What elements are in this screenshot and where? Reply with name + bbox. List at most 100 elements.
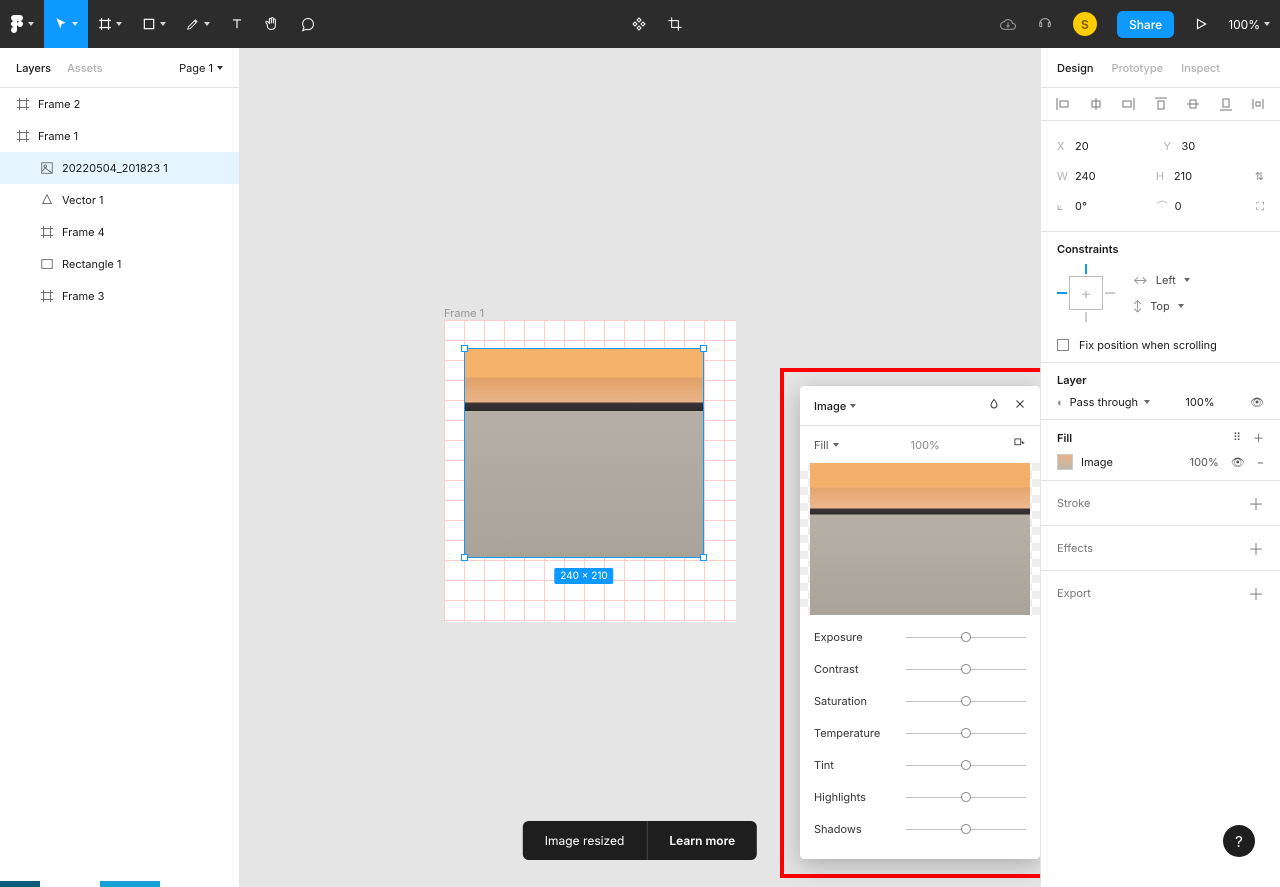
fill-swatch[interactable] xyxy=(1057,454,1073,470)
vector-icon xyxy=(40,193,54,207)
slider-label: Tint xyxy=(814,758,834,772)
blend-options-icon[interactable] xyxy=(988,398,1000,413)
image-mode-dropdown[interactable]: Fill xyxy=(814,438,839,452)
progress-indicator xyxy=(0,881,40,887)
layer-label: 20220504_201823 1 xyxy=(62,161,168,175)
slider-label: Contrast xyxy=(814,662,858,676)
layer-row[interactable]: Frame 1 xyxy=(0,120,239,152)
independent-corners-icon[interactable]: ⛶ xyxy=(1256,199,1264,214)
layer-row[interactable]: Vector 1 xyxy=(0,184,239,216)
size-h[interactable]: 210 xyxy=(1174,169,1192,183)
cloud-sync-icon[interactable] xyxy=(989,0,1027,48)
toast-action-button[interactable]: Learn more xyxy=(646,821,757,860)
add-effect-button[interactable]: ＋ xyxy=(1248,536,1264,560)
zoom-dropdown[interactable]: 100% xyxy=(1218,0,1280,48)
tab-inspect[interactable]: Inspect xyxy=(1181,61,1220,75)
inspector-panel: Design Prototype Inspect X20 Y30 W240 H2… xyxy=(1040,48,1280,887)
saturation-slider[interactable] xyxy=(906,701,1026,702)
toast-message: Image resized xyxy=(523,821,647,860)
layer-row[interactable]: 20220504_201823 1 xyxy=(0,152,239,184)
size-w[interactable]: 240 xyxy=(1075,169,1096,183)
comment-tool-button[interactable] xyxy=(290,0,326,48)
layer-label: Frame 2 xyxy=(38,97,80,111)
move-tool-button[interactable] xyxy=(44,0,88,48)
layer-row[interactable]: Frame 4 xyxy=(0,216,239,248)
layer-row[interactable]: Frame 3 xyxy=(0,280,239,312)
tint-slider[interactable] xyxy=(906,765,1026,766)
constraint-v-dropdown[interactable]: ↕Top xyxy=(1133,299,1190,313)
tab-design[interactable]: Design xyxy=(1057,61,1094,75)
avatar-initial: S xyxy=(1081,17,1089,32)
image-preview[interactable] xyxy=(800,463,1040,615)
add-export-button[interactable]: ＋ xyxy=(1248,581,1264,605)
alignment-controls[interactable] xyxy=(1041,88,1280,121)
selected-image[interactable] xyxy=(464,348,704,558)
layer-label: Frame 1 xyxy=(38,129,78,143)
shadows-slider[interactable] xyxy=(906,829,1026,830)
frame-label[interactable]: Frame 1 xyxy=(444,306,484,320)
frame-icon xyxy=(16,129,30,143)
frame-tool-button[interactable] xyxy=(88,0,132,48)
layer-label: Frame 3 xyxy=(62,289,104,303)
crop-icon[interactable] xyxy=(657,0,693,48)
help-button[interactable]: ? xyxy=(1223,825,1255,857)
hand-tool-button[interactable] xyxy=(254,0,290,48)
components-icon[interactable] xyxy=(621,0,657,48)
tab-prototype[interactable]: Prototype xyxy=(1112,61,1164,75)
remove-fill-icon[interactable]: − xyxy=(1257,455,1264,469)
link-dimensions-icon[interactable]: ⇅ xyxy=(1255,169,1264,183)
fill-heading: Fill xyxy=(1057,431,1072,445)
layer-row[interactable]: Frame 2 xyxy=(0,88,239,120)
size-badge: 240 × 210 xyxy=(554,568,613,584)
canvas[interactable]: Frame 1 240 × 210 Image Fill 1 xyxy=(240,48,1040,887)
blend-mode-dropdown[interactable]: ◐Pass through xyxy=(1057,395,1150,409)
slider-label: Shadows xyxy=(814,822,862,836)
exposure-slider[interactable] xyxy=(906,637,1026,638)
rotate-icon[interactable] xyxy=(1012,436,1026,453)
layer-label: Vector 1 xyxy=(62,193,104,207)
slider-label: Temperature xyxy=(814,726,880,740)
add-stroke-button[interactable]: ＋ xyxy=(1248,491,1264,515)
tab-assets[interactable]: Assets xyxy=(67,61,103,75)
toast: Image resized Learn more xyxy=(523,821,757,860)
headphones-icon[interactable] xyxy=(1027,0,1063,48)
constraints-widget[interactable]: + xyxy=(1057,264,1115,322)
fill-type-label: Image xyxy=(1081,455,1113,469)
present-button[interactable] xyxy=(1184,0,1218,48)
pen-tool-button[interactable] xyxy=(176,0,220,48)
frame-icon xyxy=(16,97,30,111)
pages-dropdown[interactable]: Page 1 xyxy=(179,61,223,75)
temperature-slider[interactable] xyxy=(906,733,1026,734)
tab-layers[interactable]: Layers xyxy=(16,61,51,75)
layer-opacity[interactable]: 100% xyxy=(1185,395,1214,409)
image-icon xyxy=(40,161,54,175)
stroke-heading: Stroke xyxy=(1057,496,1090,510)
layer-row[interactable]: Rectangle 1 xyxy=(0,248,239,280)
user-avatar[interactable]: S xyxy=(1063,0,1107,48)
text-tool-button[interactable] xyxy=(220,0,254,48)
close-icon[interactable] xyxy=(1014,398,1026,413)
fill-styles-icon[interactable]: ⠿ xyxy=(1233,430,1241,446)
corner-radius[interactable]: 0 xyxy=(1175,199,1182,213)
highlights-slider[interactable] xyxy=(906,797,1026,798)
shape-tool-button[interactable] xyxy=(132,0,176,48)
fill-opacity[interactable]: 100% xyxy=(1190,455,1219,469)
add-fill-icon[interactable]: ＋ xyxy=(1253,430,1264,446)
fix-position-label: Fix position when scrolling xyxy=(1079,338,1217,352)
popover-title-dropdown[interactable]: Image xyxy=(814,399,856,413)
rect-icon xyxy=(40,257,54,271)
fix-position-checkbox[interactable] xyxy=(1057,339,1069,351)
pos-x[interactable]: 20 xyxy=(1075,139,1089,153)
figma-menu-button[interactable] xyxy=(0,0,44,48)
pos-y[interactable]: 30 xyxy=(1182,139,1196,153)
constraint-h-dropdown[interactable]: ↔Left xyxy=(1133,273,1190,287)
rotation[interactable]: 0° xyxy=(1075,199,1087,213)
visibility-icon[interactable]: 👁 xyxy=(1250,395,1264,409)
frame-icon xyxy=(40,289,54,303)
progress-indicator xyxy=(100,881,160,887)
share-button[interactable]: Share xyxy=(1107,0,1184,48)
layer-label: Rectangle 1 xyxy=(62,257,121,271)
fill-visibility-icon[interactable]: 👁 xyxy=(1231,455,1245,469)
contrast-slider[interactable] xyxy=(906,669,1026,670)
slider-label: Highlights xyxy=(814,790,866,804)
